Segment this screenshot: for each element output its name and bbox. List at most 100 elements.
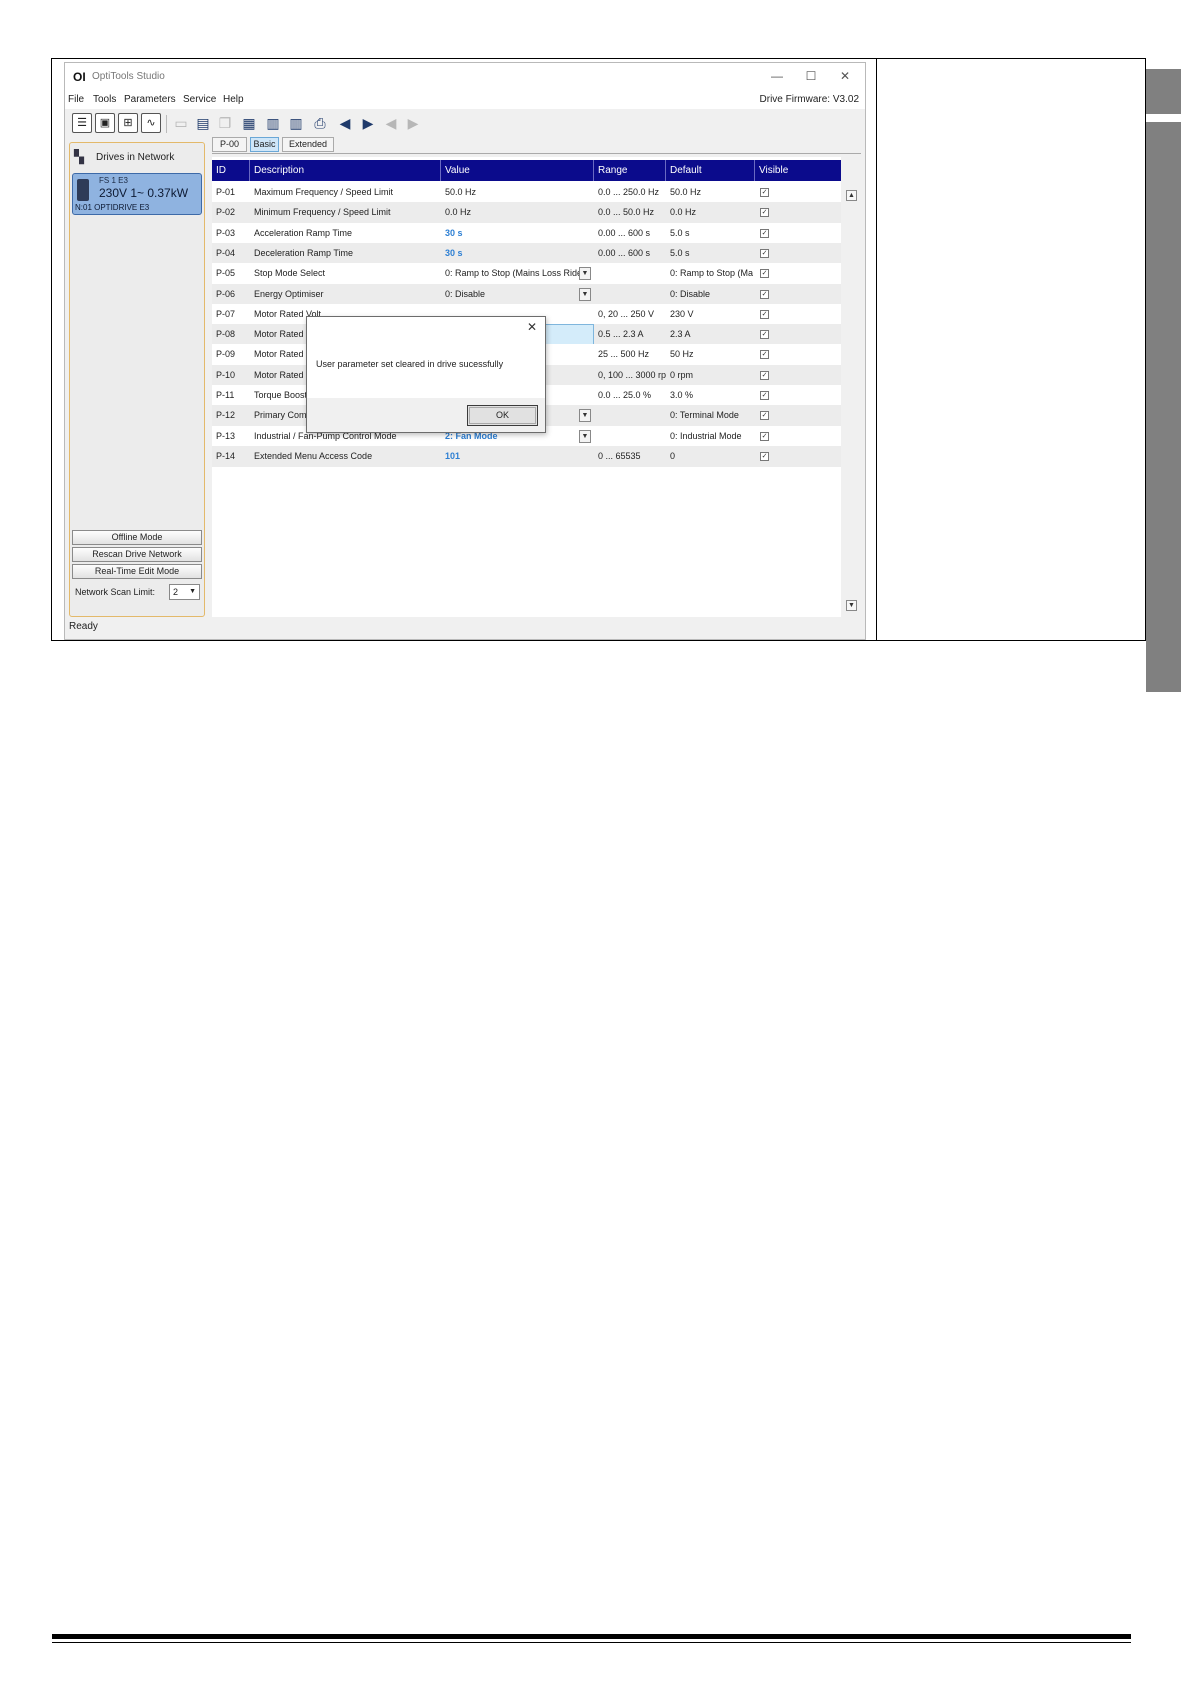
cell-value[interactable]: 30 s — [441, 223, 594, 244]
visible-checkbox[interactable]: ✓ — [760, 350, 769, 360]
menu-parameters[interactable]: Parameters — [124, 94, 176, 105]
cell-range: 0, 100 ... 3000 rp — [598, 369, 666, 380]
realtime-edit-button[interactable]: Real-Time Edit Mode — [72, 564, 202, 579]
cell-id: P-11 — [216, 390, 235, 400]
rescan-network-button[interactable]: Rescan Drive Network — [72, 547, 202, 562]
message-dialog: ✕ User parameter set cleared in drive su… — [306, 316, 546, 433]
dialog-close-icon[interactable]: ✕ — [525, 320, 539, 334]
waveform-icon[interactable]: ∿ — [141, 113, 161, 133]
column-header-range[interactable]: Range — [594, 160, 666, 181]
dialog-message: User parameter set cleared in drive suce… — [316, 359, 504, 369]
copy-icon[interactable]: ❐ — [215, 113, 235, 133]
cell-default: 230 V — [670, 308, 694, 319]
cell-value[interactable]: 30 s — [441, 243, 594, 264]
scroll-up-button[interactable]: ▲ — [846, 190, 857, 201]
column-header-value[interactable]: Value — [441, 160, 594, 181]
footer-rule-thin — [52, 1642, 1131, 1643]
cell-range: 0.5 ... 2.3 A — [598, 329, 644, 340]
read-disabled-icon: ◀ — [385, 115, 397, 131]
visible-checkbox[interactable]: ✓ — [760, 248, 769, 258]
visible-checkbox[interactable]: ✓ — [760, 411, 769, 421]
cell-value[interactable]: 101 — [441, 446, 594, 467]
drive-icon — [77, 179, 89, 201]
cell-description: Deceleration Ramp Time — [254, 247, 354, 258]
visible-checkbox[interactable]: ✓ — [760, 451, 769, 461]
tab-p00[interactable]: P-00 — [212, 137, 247, 152]
table-row[interactable]: P-03 Acceleration Ramp Time 30 s 0.00 ... 6… — [212, 222, 841, 244]
table-row[interactable]: P-04 Deceleration Ramp Time 30 s 0.00 ... 6… — [212, 242, 841, 264]
print-icon[interactable]: ⎙ — [310, 113, 330, 133]
cell-description: Maximum Frequency / Speed Limit — [254, 187, 394, 197]
chevron-down-icon[interactable]: ▼ — [579, 287, 591, 301]
cell-default: 2.3 A — [670, 329, 691, 340]
status-text: Ready — [69, 621, 98, 632]
visible-checkbox[interactable]: ✓ — [760, 309, 769, 319]
open-folder-icon[interactable]: ▭ — [171, 113, 191, 133]
menu-file[interactable]: File — [68, 94, 84, 105]
column-header-visible[interactable]: Visible — [755, 160, 841, 181]
scope-icon[interactable]: ⊞ — [118, 113, 138, 133]
tab-basic[interactable]: Basic — [250, 137, 279, 152]
visible-checkbox[interactable]: ✓ — [760, 269, 769, 279]
chevron-down-icon[interactable]: ▼ — [579, 429, 591, 443]
cell-value[interactable]: 0: Disable — [441, 284, 594, 305]
read-from-drive-icon[interactable]: ◀ — [335, 113, 355, 133]
visible-checkbox[interactable]: ✓ — [760, 228, 769, 238]
footer-rule-thick — [52, 1634, 1131, 1639]
chevron-down-icon[interactable]: ▼ — [579, 409, 591, 423]
visible-checkbox[interactable]: ✓ — [760, 188, 769, 197]
table-row[interactable]: P-14 Extended Menu Access Code 101 0 ... 65… — [212, 445, 841, 467]
menu-bar: File Tools Parameters Service Help Drive… — [65, 91, 865, 109]
cell-default: 3.0 % — [670, 390, 694, 400]
cell-default: 0: Disable — [670, 288, 711, 299]
menu-help[interactable]: Help — [223, 94, 244, 105]
table-row[interactable]: P-05 Stop Mode Select 0: Ramp to Stop (Mai… — [212, 263, 841, 285]
column-header-description[interactable]: Description — [250, 160, 441, 181]
side-thumb-tab — [1146, 69, 1181, 114]
cell-range: 25 ... 500 Hz — [598, 349, 650, 360]
compare-icon[interactable]: ▦ — [239, 113, 259, 133]
cell-range: 0.00 ... 600 s — [598, 227, 651, 238]
cell-default: 0: Terminal Mode — [670, 410, 739, 421]
app-logo-icon: OI — [73, 70, 86, 84]
side-thumb-bar — [1146, 122, 1181, 692]
scroll-down-button[interactable]: ▼ — [846, 600, 857, 611]
cell-default: 5.0 s — [670, 227, 690, 238]
tab-extended[interactable]: Extended — [282, 137, 334, 152]
cell-range: 0.0 ... 50.0 Hz — [598, 207, 655, 218]
cell-default: 50 Hz — [670, 349, 694, 360]
cell-value[interactable]: 0: Ramp to Stop (Mains Loss Ride — [441, 263, 594, 284]
ok-button[interactable]: OK — [467, 405, 538, 426]
table-row[interactable]: P-02 Minimum Frequency / Speed Limit 0.0 H… — [212, 202, 841, 224]
upload-drive-icon[interactable]: ▥ — [263, 113, 283, 133]
visible-checkbox[interactable]: ✓ — [760, 330, 769, 340]
column-header-id[interactable]: ID — [212, 160, 250, 181]
save-icon[interactable]: ▤ — [193, 113, 213, 133]
write-to-drive-icon[interactable]: ▶ — [358, 113, 378, 133]
monitor-icon[interactable]: ▣ — [95, 113, 115, 133]
visible-checkbox[interactable]: ✓ — [760, 289, 769, 299]
maximize-button[interactable]: ☐ — [797, 67, 825, 85]
cell-value[interactable]: 50.0 Hz — [441, 182, 594, 203]
cell-range: 0.0 ... 25.0 % — [598, 390, 652, 400]
cell-value[interactable]: 0.0 Hz — [441, 202, 594, 223]
grid-scrollbar[interactable]: ▲ ▼ — [845, 188, 859, 614]
menu-service[interactable]: Service — [183, 94, 216, 105]
download-drive-icon[interactable]: ▥ — [286, 113, 306, 133]
visible-checkbox[interactable]: ✓ — [760, 391, 769, 400]
table-row[interactable]: P-06 Energy Optimiser 0: Disable 0: Disable… — [212, 283, 841, 305]
cell-id: P-04 — [216, 247, 236, 258]
visible-checkbox[interactable]: ✓ — [760, 208, 769, 218]
menu-tools[interactable]: Tools — [93, 94, 116, 105]
visible-checkbox[interactable]: ✓ — [760, 370, 769, 380]
minimize-button[interactable]: — — [763, 67, 791, 85]
list-icon[interactable]: ☰ — [72, 113, 92, 133]
scan-limit-select[interactable]: 2 ▼ — [169, 584, 200, 600]
table-row[interactable]: P-01 Maximum Frequency / Speed Limit 50.0 … — [212, 182, 841, 203]
visible-checkbox[interactable]: ✓ — [760, 431, 769, 441]
chevron-down-icon[interactable]: ▼ — [579, 267, 591, 281]
drive-list-item[interactable]: FS 1 E3 230V 1~ 0.37kW N:01 OPTIDRIVE E3 — [72, 173, 202, 215]
offline-mode-button[interactable]: Offline Mode — [72, 530, 202, 545]
column-header-default[interactable]: Default — [666, 160, 755, 181]
close-button[interactable]: ✕ — [831, 67, 859, 85]
